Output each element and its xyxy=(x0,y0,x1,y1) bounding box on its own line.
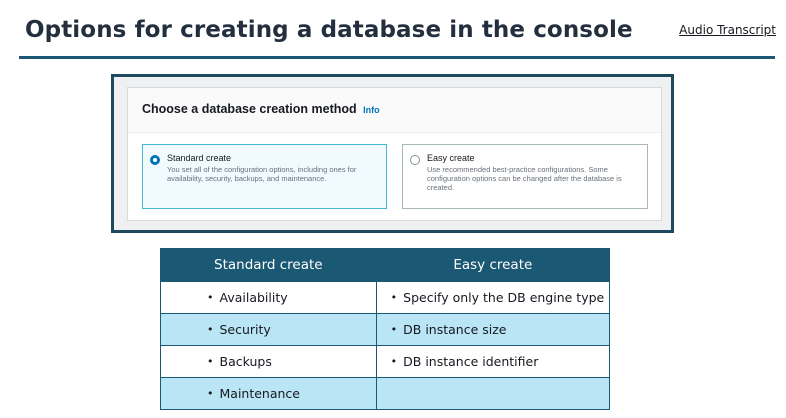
column-header: Standard create xyxy=(160,248,377,282)
table-cell: • Security xyxy=(160,313,377,346)
audio-transcript-link[interactable]: Audio Transcript xyxy=(679,23,776,37)
title-divider xyxy=(19,56,775,59)
option-description: Use recommended best-practice configurat… xyxy=(427,165,622,192)
bullet-icon: • xyxy=(390,323,398,336)
radio-unselected-icon[interactable] xyxy=(410,155,420,165)
option-description: You set all of the configuration options… xyxy=(167,165,357,183)
table-header-row: Standard create Easy create xyxy=(160,248,611,282)
table-cell: • Maintenance xyxy=(160,377,377,410)
comparison-table: Standard create Easy create • Availabilit… xyxy=(160,248,611,410)
table-cell: • DB instance identifier xyxy=(375,345,611,378)
panel-header: Choose a database creation method Info xyxy=(128,88,661,133)
table-cell: • DB instance size xyxy=(375,313,611,346)
option-title: Standard create xyxy=(167,153,232,163)
table-row: • Availability • Specify only the DB engin… xyxy=(160,281,611,314)
console-screenshot: Choose a database creation method Info S… xyxy=(111,74,674,233)
cell-text: Security xyxy=(219,322,271,337)
panel-title: Choose a database creation method xyxy=(142,102,357,116)
cell-text: Specify only the DB engine type xyxy=(403,290,605,305)
table-row: • Maintenance xyxy=(160,377,611,410)
cell-text: Availability xyxy=(219,290,288,305)
table-cell: • Specify only the DB engine type xyxy=(375,281,611,314)
bullet-icon: • xyxy=(207,355,214,368)
option-standard-create[interactable]: Standard create You set all of the confi… xyxy=(142,144,387,209)
info-link[interactable]: Info xyxy=(363,105,380,115)
table-cell: • Backups xyxy=(160,345,377,378)
bullet-icon: • xyxy=(390,355,398,368)
table-cell xyxy=(375,377,611,410)
table-cell: • Availability xyxy=(160,281,377,314)
bullet-icon: • xyxy=(390,291,398,304)
table-row: • Security • DB instance size xyxy=(160,313,611,346)
table-row: • Backups • DB instance identifier xyxy=(160,345,611,378)
option-easy-create[interactable]: Easy create Use recommended best-practic… xyxy=(402,144,648,209)
cell-text: DB instance size xyxy=(403,322,507,337)
page-title: Options for creating a database in the c… xyxy=(25,17,633,43)
bullet-icon: • xyxy=(207,291,214,304)
column-header: Easy create xyxy=(375,248,611,282)
bullet-icon: • xyxy=(207,323,214,336)
bullet-icon: • xyxy=(207,387,214,400)
cell-text: DB instance identifier xyxy=(403,354,539,369)
option-title: Easy create xyxy=(427,153,475,163)
cell-text: Maintenance xyxy=(219,386,301,401)
cell-text: Backups xyxy=(219,354,272,369)
creation-method-panel: Choose a database creation method Info S… xyxy=(127,87,662,221)
radio-selected-icon[interactable] xyxy=(150,155,160,165)
